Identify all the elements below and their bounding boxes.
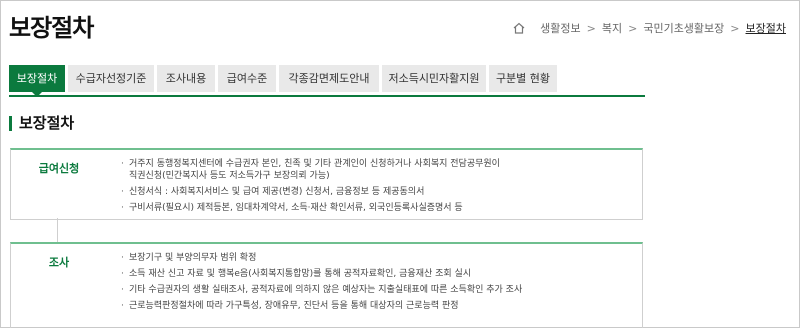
list-item: 보장기구 및 부양의무자 범위 확정 (121, 252, 522, 264)
breadcrumb-separator: > (730, 21, 740, 35)
step-head: 급여신청 (11, 150, 107, 219)
home-icon[interactable] (512, 21, 526, 35)
list-item: 근로능력판정절차에 따라 가구특성, 장애유무, 진단서 등을 통해 대상자의 … (121, 300, 522, 312)
breadcrumb-item-welfare[interactable]: 복지 (602, 20, 622, 36)
step-connector (57, 218, 58, 242)
step-box-investigation: 조사 보장기구 및 부양의무자 범위 확정 소득 재산 신고 자료 및 행복e음… (10, 242, 643, 328)
list-item: 소득 재산 신고 자료 및 행복e음(사회복지통합망)를 통해 공적자료확인, … (121, 268, 522, 280)
section-title: 보장절차 (9, 116, 74, 131)
tab-underline (9, 95, 645, 97)
tab-investigation[interactable]: 조사내용 (157, 65, 215, 92)
breadcrumb-item-basic-livelihood[interactable]: 국민기초생활보장 (643, 20, 724, 36)
tab-procedure[interactable]: 보장절차 (9, 65, 65, 97)
breadcrumb-item-life-info[interactable]: 생활정보 (540, 20, 580, 36)
step-head: 조사 (11, 244, 107, 328)
step-list: 거주지 동행정복지센터에 수급권자 본인, 친족 및 기타 관계인이 신청하거나… (121, 158, 500, 214)
tab-bar: 보장절차 수급자선정기준 조사내용 급여수준 각종감면제도안내 저소득시민자활지… (9, 65, 557, 97)
list-item-text: 직권신청(민간복지사 등도 저소득가구 보장의뢰 가능) (129, 171, 330, 181)
list-item-text: 구비서류(필요시) 제적등본, 임대차계약서, 소득·재산 확인서류, 외국인등… (129, 203, 463, 213)
list-item-text: 소득 재산 신고 자료 및 행복e음(사회복지통합망)를 통해 공적자료확인, … (129, 269, 472, 279)
breadcrumb: 생활정보 > 복지 > 국민기초생활보장 > 보장절차 (512, 20, 786, 36)
list-item: 기타 수급권자의 생활 실태조사, 공적자료에 의하지 않은 예상자는 지출실태… (121, 284, 522, 296)
list-item-text: 기타 수급권자의 생활 실태조사, 공적자료에 의하지 않은 예상자는 지출실태… (129, 285, 523, 295)
list-item: 거주지 동행정복지센터에 수급권자 본인, 친족 및 기타 관계인이 신청하거나… (121, 158, 500, 182)
step-head-label: 조사 (48, 256, 70, 269)
tab-selection-criteria[interactable]: 수급자선정기준 (68, 65, 154, 92)
step-head-label: 급여신청 (38, 162, 80, 175)
list-item-text: 보장기구 및 부양의무자 범위 확정 (129, 253, 257, 263)
step-box-application: 급여신청 거주지 동행정복지센터에 수급권자 본인, 친족 및 기타 관계인이 … (10, 148, 643, 220)
list-item-text: 근로능력판정절차에 따라 가구특성, 장애유무, 진단서 등을 통해 대상자의 … (129, 301, 459, 311)
tab-self-support[interactable]: 저소득시민자활지원 (382, 65, 486, 92)
list-item: 구비서류(필요시) 제적등본, 임대차계약서, 소득·재산 확인서류, 외국인등… (121, 202, 500, 214)
breadcrumb-item-current[interactable]: 보장절차 (746, 20, 786, 36)
breadcrumb-separator: > (586, 21, 596, 35)
step-list: 보장기구 및 부양의무자 범위 확정 소득 재산 신고 자료 및 행복e음(사회… (121, 252, 522, 312)
tab-benefit-level[interactable]: 급여수준 (218, 65, 276, 92)
tab-reduction-guide[interactable]: 각종감면제도안내 (279, 65, 379, 92)
list-item: 신청서식 : 사회복지서비스 및 급여 제공(변경) 신청서, 금융정보 등 제… (121, 186, 500, 198)
tab-status[interactable]: 구분별 현황 (489, 65, 557, 92)
page-title: 보장절차 (9, 14, 94, 42)
list-item-text: 신청서식 : 사회복지서비스 및 급여 제공(변경) 신청서, 금융정보 등 제… (129, 187, 425, 197)
breadcrumb-separator: > (628, 21, 638, 35)
list-item-text: 거주지 동행정복지센터에 수급권자 본인, 친족 및 기타 관계인이 신청하거나… (129, 159, 500, 169)
